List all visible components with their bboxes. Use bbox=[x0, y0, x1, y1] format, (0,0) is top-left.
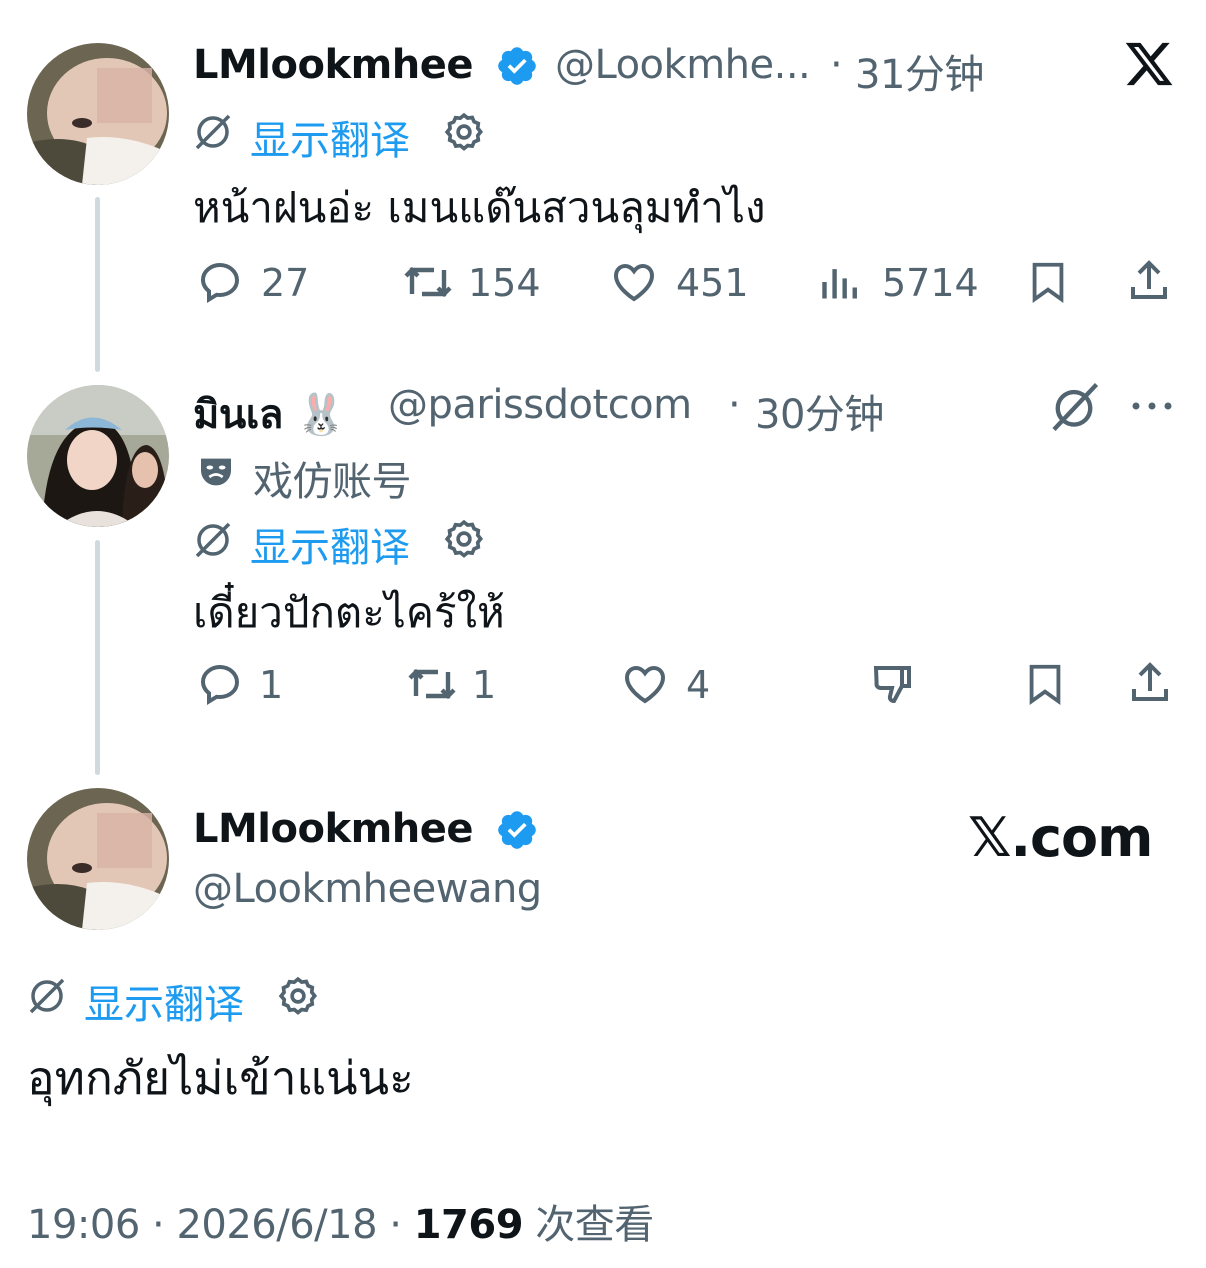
author-handle[interactable]: @Lookmhe... bbox=[555, 42, 811, 88]
post-footer: 19:06 · 2026/6/18 · 1769 次查看 bbox=[27, 1192, 654, 1250]
translate-icon bbox=[27, 976, 67, 1016]
meta-separator: · bbox=[389, 1202, 402, 1248]
like-count: 451 bbox=[676, 261, 749, 305]
avatar[interactable] bbox=[27, 385, 169, 527]
verified-badge-icon bbox=[495, 44, 539, 88]
gear-icon[interactable] bbox=[276, 974, 320, 1018]
views-icon[interactable] bbox=[818, 260, 864, 304]
post-text: เดี๋ยวปักตะไคร้ให้ bbox=[193, 588, 505, 637]
gear-icon[interactable] bbox=[442, 517, 486, 561]
bookmark-icon[interactable] bbox=[1022, 660, 1068, 708]
post-text: หน้าฝนอ่ะ เมนแด๊นสวนลุมทำไง bbox=[193, 183, 766, 232]
author-handle[interactable]: @Lookmheewang bbox=[193, 866, 542, 912]
gear-icon[interactable] bbox=[442, 110, 486, 154]
bookmark-icon[interactable] bbox=[1025, 258, 1071, 306]
post-time[interactable]: 19:06 bbox=[27, 1202, 140, 1248]
parody-label: 戏仿账号 bbox=[253, 459, 412, 505]
post-text: อุทกภัยไม่เข้าแน่นะ bbox=[27, 1051, 414, 1105]
show-translation-link[interactable]: 显示翻译 bbox=[84, 972, 244, 1030]
like-icon[interactable] bbox=[620, 660, 670, 708]
views-label: 次查看 bbox=[535, 1202, 654, 1248]
post-date[interactable]: 2026/6/18 bbox=[176, 1202, 377, 1248]
reply-count: 27 bbox=[261, 261, 310, 305]
share-icon[interactable] bbox=[1125, 256, 1173, 306]
post-time[interactable]: 31分钟 bbox=[855, 42, 984, 100]
translate-icon bbox=[193, 112, 233, 152]
author-name[interactable]: มินเล 🐰 bbox=[193, 382, 346, 446]
show-translation-link[interactable]: 显示翻译 bbox=[250, 515, 410, 573]
meta-separator: · bbox=[728, 382, 741, 428]
x-com-brand: 𝕏.com bbox=[968, 806, 1153, 869]
repost-icon[interactable] bbox=[400, 258, 456, 306]
post-time[interactable]: 30分钟 bbox=[755, 382, 884, 440]
parody-mask-icon bbox=[196, 452, 236, 492]
reply-icon[interactable] bbox=[196, 660, 244, 708]
avatar[interactable] bbox=[27, 788, 169, 930]
reply-icon[interactable] bbox=[196, 258, 244, 306]
avatar[interactable] bbox=[27, 43, 169, 185]
reply-count: 1 bbox=[259, 663, 284, 707]
dislike-icon[interactable] bbox=[867, 660, 917, 708]
thread-line bbox=[95, 197, 100, 372]
author-name[interactable]: LMlookmhee bbox=[193, 806, 473, 852]
share-icon[interactable] bbox=[1126, 658, 1174, 708]
repost-icon[interactable] bbox=[404, 660, 460, 708]
like-icon[interactable] bbox=[609, 258, 659, 306]
author-handle[interactable]: @parissdotcom bbox=[388, 382, 692, 428]
more-icon[interactable] bbox=[1130, 396, 1174, 416]
thread-line bbox=[95, 540, 100, 775]
view-count: 5714 bbox=[882, 261, 979, 305]
show-translation-link[interactable]: 显示翻译 bbox=[250, 108, 410, 166]
repost-count: 154 bbox=[468, 261, 541, 305]
meta-separator: · bbox=[830, 42, 843, 88]
like-count: 4 bbox=[686, 663, 711, 707]
author-name[interactable]: LMlookmhee bbox=[193, 42, 473, 88]
verified-badge-icon bbox=[495, 808, 539, 852]
translate-icon bbox=[193, 520, 233, 560]
x-logo-icon[interactable] bbox=[1122, 38, 1176, 90]
view-count[interactable]: 1769 bbox=[414, 1202, 524, 1248]
repost-count: 1 bbox=[472, 663, 497, 707]
meta-separator: · bbox=[152, 1202, 165, 1248]
grok-icon[interactable] bbox=[1048, 382, 1100, 432]
